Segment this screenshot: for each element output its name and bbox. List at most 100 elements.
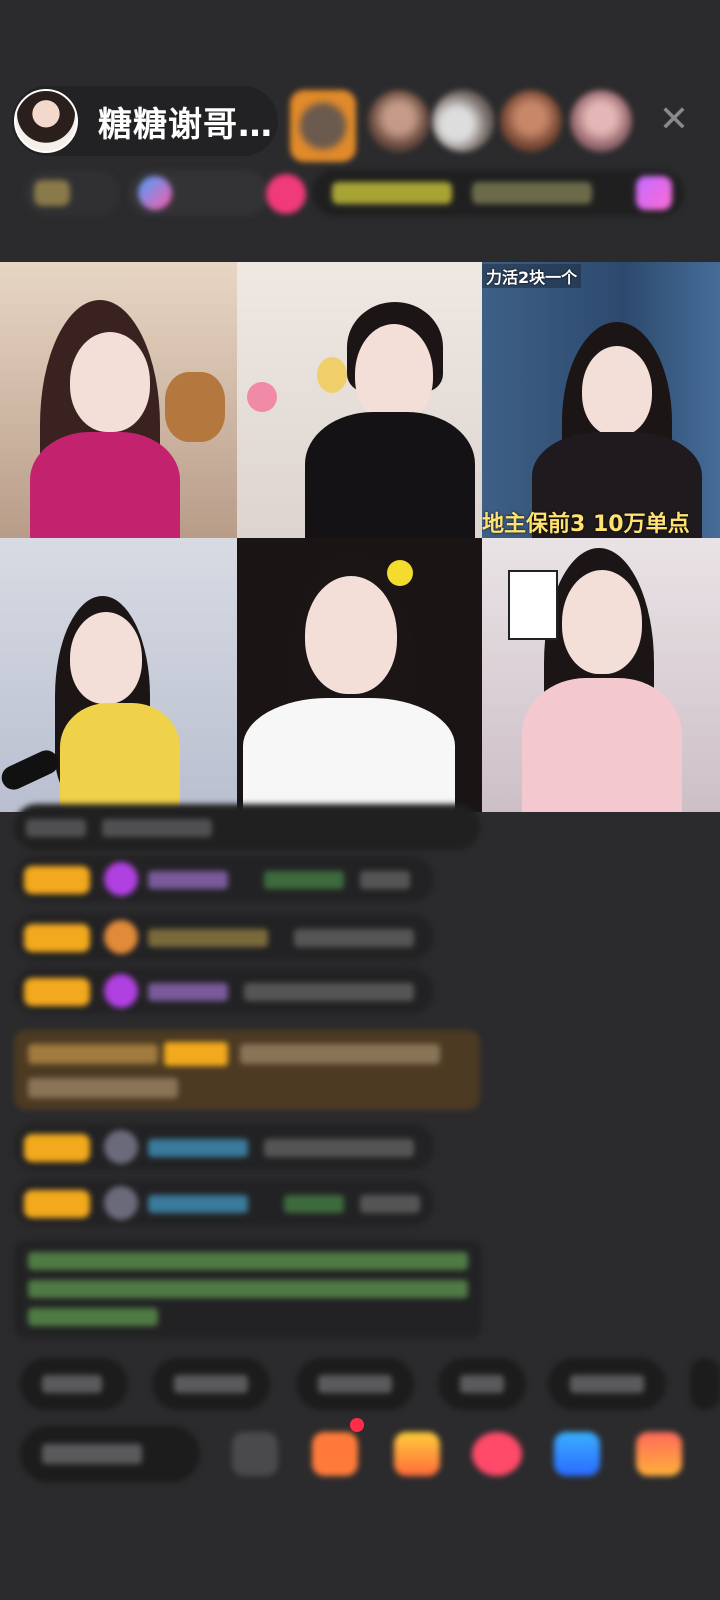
comment-input[interactable]	[20, 1426, 200, 1482]
guest-video-1[interactable]	[0, 262, 237, 538]
close-icon[interactable]: ✕	[652, 98, 696, 142]
pk-banner-text-2	[472, 182, 592, 204]
room-notice	[14, 1240, 482, 1338]
body-shape	[522, 678, 682, 812]
chat-message[interactable]	[14, 968, 434, 1014]
chat-text	[240, 1044, 440, 1064]
chat-username	[148, 929, 268, 947]
guest-video-4[interactable]	[0, 538, 237, 812]
face-shape	[562, 570, 642, 674]
flower-decor	[247, 382, 277, 412]
face-shape	[70, 612, 142, 704]
host-info-pill[interactable]: 糖糖谢哥…	[12, 86, 278, 156]
chat-text	[294, 929, 414, 947]
chat-text	[244, 983, 414, 1001]
fan-badge	[164, 1042, 228, 1066]
gift-icon[interactable]	[472, 1432, 522, 1476]
face-shape	[582, 346, 652, 436]
microphone	[0, 746, 63, 794]
flower-hairclip	[387, 560, 413, 586]
chat-text	[360, 1195, 420, 1213]
rank-icon	[34, 180, 70, 206]
teddy-bear-decor	[165, 372, 225, 442]
chat-text	[360, 871, 410, 889]
chat-username	[148, 983, 228, 1001]
interact-icon[interactable]	[554, 1432, 600, 1476]
chat-text	[264, 871, 344, 889]
body-shape	[30, 432, 180, 538]
quick-reply-text	[318, 1375, 392, 1393]
chat-text	[102, 819, 212, 837]
level-icon	[104, 1130, 138, 1164]
chat-username	[148, 1195, 248, 1213]
comment-placeholder	[42, 1444, 142, 1464]
top-viewer-avatar-4[interactable]	[500, 90, 562, 152]
fan-badge	[24, 1134, 90, 1162]
chat-text	[26, 819, 86, 837]
pk-banner[interactable]	[312, 170, 684, 216]
quick-reply-text	[42, 1375, 102, 1393]
chat-message[interactable]	[14, 1124, 434, 1170]
body-shape	[305, 412, 475, 538]
duck-toy-decor	[317, 357, 347, 393]
quick-reply-1[interactable]	[20, 1358, 128, 1410]
notification-dot	[350, 1418, 364, 1432]
multi-guest-video-grid: 力活2块一个 地主保前3 10万单点	[0, 262, 720, 812]
fan-badge	[24, 924, 90, 952]
guest-video-3[interactable]: 力活2块一个 地主保前3 10万单点	[482, 262, 720, 538]
chat-text	[28, 1078, 178, 1098]
top-viewer-avatar-1[interactable]	[290, 90, 356, 162]
face-shape	[70, 332, 150, 432]
face-shape	[305, 576, 397, 694]
pk-icon	[636, 176, 672, 210]
level-icon	[104, 974, 138, 1008]
top-viewer-avatar-5[interactable]	[570, 90, 632, 152]
quick-reply-2[interactable]	[152, 1358, 270, 1410]
host-name: 糖糖谢哥…	[98, 104, 273, 145]
host-avatar[interactable]	[14, 89, 78, 153]
guest-3-overlay-bottom: 地主保前3 10万单点	[482, 512, 690, 537]
guest-3-overlay-top: 力活2块一个	[482, 264, 582, 288]
notice-text	[28, 1308, 158, 1326]
more-icon[interactable]	[636, 1432, 682, 1476]
notice-text	[28, 1252, 468, 1270]
pk-banner-text-1	[332, 182, 452, 204]
chat-text	[284, 1195, 344, 1213]
hot-icon	[138, 176, 172, 210]
fan-badge	[24, 978, 90, 1006]
emoji-icon[interactable]	[232, 1432, 278, 1476]
shop-icon[interactable]	[312, 1432, 358, 1476]
chat-username	[148, 871, 228, 889]
level-icon	[104, 920, 138, 954]
chat-message[interactable]	[14, 1180, 434, 1226]
quick-reply-5[interactable]	[548, 1358, 666, 1410]
poster-decor	[508, 570, 558, 640]
gift-box-icon[interactable]	[394, 1432, 440, 1476]
chat-message-system	[14, 804, 480, 850]
quick-reply-text	[174, 1375, 248, 1393]
chat-message-highlight[interactable]	[14, 1030, 480, 1110]
body-shape	[60, 703, 180, 812]
quick-reply-6[interactable]	[690, 1358, 720, 1410]
chat-message[interactable]	[14, 856, 434, 902]
guest-video-6[interactable]	[482, 538, 720, 812]
top-viewer-avatar-2[interactable]	[368, 90, 430, 152]
notice-text	[28, 1280, 468, 1298]
level-icon	[104, 862, 138, 896]
guest-video-2[interactable]	[237, 262, 482, 538]
rank-chip[interactable]	[24, 170, 120, 216]
fan-badge	[24, 1190, 90, 1218]
activity-badge[interactable]	[266, 174, 306, 214]
quick-reply-3[interactable]	[296, 1358, 414, 1410]
level-icon	[104, 1186, 138, 1220]
chat-message[interactable]	[14, 914, 434, 960]
quick-reply-4[interactable]	[438, 1358, 526, 1410]
quick-reply-text	[460, 1375, 504, 1393]
quick-reply-text	[570, 1375, 644, 1393]
chat-username	[148, 1139, 248, 1157]
top-viewer-avatar-3[interactable]	[432, 90, 494, 152]
hot-chip[interactable]	[128, 170, 268, 216]
body-shape	[243, 698, 455, 812]
fan-badge	[24, 866, 90, 894]
guest-video-5[interactable]	[237, 538, 482, 812]
